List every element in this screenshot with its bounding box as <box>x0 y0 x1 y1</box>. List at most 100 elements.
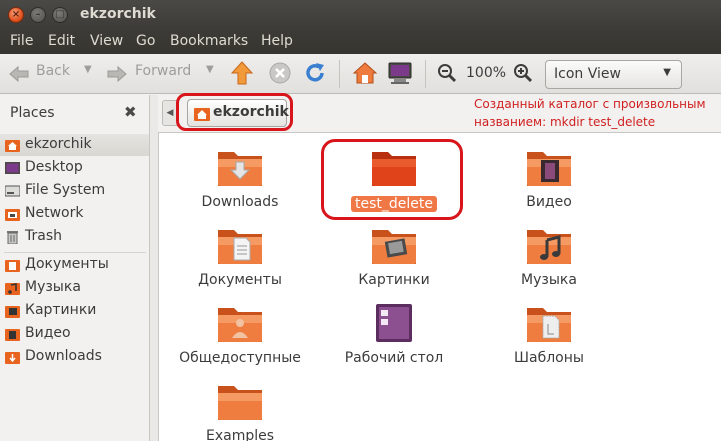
file-item-downloads[interactable]: Downloads <box>165 146 315 210</box>
file-name: Downloads <box>201 194 279 210</box>
sidebar-item-home[interactable]: ekzorchik <box>0 134 149 156</box>
toolbar-separator <box>339 60 340 88</box>
drive-icon <box>5 185 20 197</box>
file-name: Шаблоны <box>514 350 584 366</box>
sidebar-splitter[interactable] <box>150 95 158 441</box>
forward-dropdown-icon: ▼ <box>206 64 214 75</box>
file-name: Общедоступные <box>179 350 301 366</box>
network-icon <box>5 209 20 221</box>
sidebar-item-label: Музыка <box>25 279 81 295</box>
sidebar-item-label: Trash <box>25 228 62 244</box>
back-arrow-icon <box>9 65 29 83</box>
file-item-music[interactable]: Музыка <box>474 224 624 288</box>
sidebar-item-desktop[interactable]: Desktop <box>0 157 149 179</box>
minimize-window-button[interactable]: – <box>30 7 46 23</box>
sidebar-item-label: Downloads <box>25 348 102 364</box>
sidebar-item-downloads[interactable]: Downloads <box>0 346 149 368</box>
menu-edit[interactable]: Edit <box>48 33 75 49</box>
sidebar-title: Places <box>10 105 55 121</box>
home-button[interactable] <box>352 60 378 88</box>
sidebar-item-network[interactable]: Network <box>0 203 149 225</box>
file-name: Музыка <box>521 272 577 288</box>
annotation-line1: Созданный каталог с произвольным <box>474 97 706 111</box>
menu-go[interactable]: Go <box>136 33 155 49</box>
up-arrow-icon <box>230 61 254 85</box>
file-name: Рабочий стол <box>344 350 444 366</box>
home-folder-icon <box>5 140 20 152</box>
zoom-out-icon <box>438 64 457 83</box>
sidebar-item-music[interactable]: Музыка <box>0 277 149 299</box>
up-button[interactable] <box>230 60 256 88</box>
folder-icon <box>5 329 20 341</box>
folder-icon <box>5 306 20 318</box>
trash-icon <box>7 231 18 244</box>
music-folder-icon <box>527 230 571 264</box>
file-name: Видео <box>526 194 572 210</box>
toolbar-separator <box>425 60 426 88</box>
title-bar: × – □ ekzorchik <box>0 0 721 30</box>
sidebar-item-label: Desktop <box>25 159 83 175</box>
sidebar-item-filesystem[interactable]: File System <box>0 180 149 202</box>
stop-button[interactable] <box>268 61 292 87</box>
back-label: Back <box>36 63 70 79</box>
menu-view[interactable]: View <box>90 33 123 49</box>
sidebar-item-video[interactable]: Видео <box>0 323 149 345</box>
sidebar-item-label: Видео <box>25 325 71 341</box>
menu-help[interactable]: Help <box>261 33 293 49</box>
templates-folder-icon <box>527 308 571 342</box>
close-sidebar-icon[interactable]: ✖ <box>124 103 137 121</box>
file-item-desktop[interactable]: Рабочий стол <box>319 302 469 366</box>
reload-button[interactable] <box>303 61 327 87</box>
sidebar-item-documents[interactable]: Документы <box>0 254 149 276</box>
file-item-examples[interactable]: Examples <box>165 380 315 441</box>
sidebar-item-label: ekzorchik <box>25 136 92 152</box>
file-item-documents[interactable]: Документы <box>165 224 315 288</box>
menu-bar: File Edit View Go Bookmarks Help <box>0 30 721 54</box>
sidebar-item-trash[interactable]: Trash <box>0 226 149 248</box>
close-icon: × <box>11 9 21 20</box>
maximize-window-button[interactable]: □ <box>52 7 68 23</box>
highlight-breadcrumb-annotation <box>176 93 293 131</box>
video-folder-icon <box>527 152 571 186</box>
window-title: ekzorchik <box>80 6 156 22</box>
zoom-in-button[interactable] <box>513 63 533 85</box>
folder-icon <box>218 386 262 420</box>
zoom-in-icon <box>514 64 533 83</box>
annotation-line2: названием: mkdir test_delete <box>474 115 656 129</box>
sidebar-item-label: Документы <box>25 256 109 272</box>
file-item-templates[interactable]: Шаблоны <box>474 302 624 366</box>
computer-button[interactable] <box>386 60 414 88</box>
file-item-public[interactable]: Общедоступные <box>165 302 315 366</box>
maximize-icon: □ <box>55 9 65 20</box>
sidebar-item-label: Network <box>25 205 84 221</box>
pictures-folder-icon <box>372 230 416 264</box>
folder-icon <box>5 283 20 295</box>
toolbar: Back ▼ Forward ▼ 100% Icon View ▼ <box>0 54 721 94</box>
back-button[interactable]: Back ▼ <box>6 58 96 90</box>
forward-button[interactable]: Forward ▼ <box>104 58 222 90</box>
desktop-folder-icon <box>376 304 412 342</box>
menu-bookmarks[interactable]: Bookmarks <box>170 33 248 49</box>
file-name: Документы <box>198 272 282 288</box>
sidebar-item-label: File System <box>25 182 106 198</box>
view-mode-value: Icon View <box>554 66 621 82</box>
home-icon <box>352 62 378 84</box>
file-item-video[interactable]: Видео <box>474 146 624 210</box>
file-item-pictures[interactable]: Картинки <box>319 224 469 288</box>
sidebar-item-pictures[interactable]: Картинки <box>0 300 149 322</box>
menu-file[interactable]: File <box>10 33 33 49</box>
file-name: Картинки <box>358 272 430 288</box>
stop-icon <box>269 62 291 84</box>
zoom-level[interactable]: 100% <box>466 65 506 81</box>
folder-icon <box>5 352 20 364</box>
back-dropdown-icon: ▼ <box>84 64 92 75</box>
reload-icon <box>306 63 324 82</box>
close-window-button[interactable]: × <box>8 7 24 23</box>
sidebar-item-label: Картинки <box>25 302 97 318</box>
sidebar: Places ✖ ekzorchik Desktop File System N… <box>0 95 150 441</box>
sidebar-divider <box>4 252 146 253</box>
downloads-folder-icon <box>218 152 262 186</box>
chevron-down-icon: ▼ <box>663 67 671 78</box>
view-mode-select[interactable]: Icon View ▼ <box>545 60 682 89</box>
zoom-out-button[interactable] <box>437 63 457 85</box>
